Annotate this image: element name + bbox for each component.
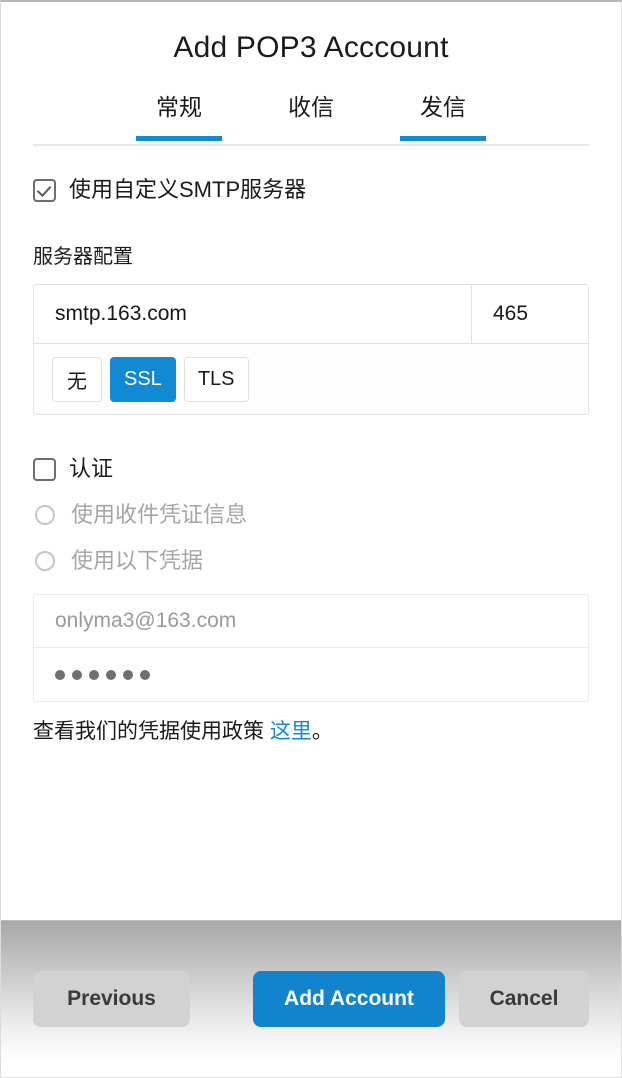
auth-label: 认证 (69, 456, 114, 481)
username-input[interactable]: onlyma3@163.com (34, 595, 588, 648)
add-account-button[interactable]: Add Account (253, 971, 445, 1027)
tab-outgoing[interactable]: 发信 (405, 92, 481, 139)
custom-smtp-label: 使用自定义SMTP服务器 (69, 177, 307, 202)
tab-incoming[interactable]: 收信 (273, 92, 349, 139)
auth-option-use-incoming-label: 使用收件凭证信息 (71, 502, 248, 527)
auth-option-use-incoming-row[interactable]: 使用收件凭证信息 (33, 501, 589, 529)
password-input[interactable] (34, 648, 588, 701)
policy-text-before: 查看我们的凭据使用政策 (33, 720, 270, 743)
auth-checkbox-row[interactable]: 认证 (33, 455, 589, 483)
security-option-tls[interactable]: TLS (183, 356, 249, 402)
server-config-box: smtp.163.com 465 无 SSL TLS (33, 284, 589, 415)
auth-option-use-following-row[interactable]: 使用以下凭据 (33, 547, 589, 575)
smtp-host-input[interactable]: smtp.163.com (34, 285, 472, 343)
server-config-label: 服务器配置 (33, 246, 133, 268)
tab-incoming-label: 收信 (288, 94, 334, 120)
policy-link[interactable]: 这里 (270, 720, 312, 743)
security-option-ssl[interactable]: SSL (110, 356, 176, 402)
policy-text-after: 。 (311, 720, 333, 743)
tab-general[interactable]: 常规 (141, 92, 217, 139)
tab-general-label: 常规 (156, 94, 202, 120)
page-title: Add POP3 Acccount (173, 31, 449, 64)
password-masked-dots (55, 669, 150, 680)
previous-button[interactable]: Previous (33, 971, 190, 1027)
radio-icon-use-following[interactable] (35, 551, 55, 571)
auth-option-use-following-label: 使用以下凭据 (71, 548, 204, 573)
cancel-button[interactable]: Cancel (459, 971, 589, 1027)
radio-icon-use-incoming[interactable] (35, 505, 55, 525)
checkbox-icon-custom-smtp[interactable] (33, 178, 56, 202)
tab-outgoing-label: 发信 (420, 94, 466, 120)
smtp-port-input[interactable]: 465 (472, 285, 588, 343)
checkbox-icon-auth[interactable] (33, 457, 56, 481)
add-pop3-account-dialog: Add POP3 Acccount 常规 收信 发信 使用自定义SMTP服务器 … (0, 0, 622, 1078)
custom-smtp-checkbox-row[interactable]: 使用自定义SMTP服务器 (33, 176, 589, 204)
server-host-port-row: smtp.163.com 465 (34, 285, 588, 344)
dialog-content: Add POP3 Acccount 常规 收信 发信 使用自定义SMTP服务器 … (1, 2, 621, 920)
security-option-group: 无 SSL TLS (34, 344, 588, 414)
tab-bar: 常规 收信 发信 (33, 92, 589, 146)
dialog-footer: Previous Add Account Cancel (1, 920, 621, 1077)
credentials-box: onlyma3@163.com (33, 594, 589, 702)
security-option-none[interactable]: 无 (52, 356, 102, 402)
credential-policy-text: 查看我们的凭据使用政策 这里。 (33, 718, 589, 746)
